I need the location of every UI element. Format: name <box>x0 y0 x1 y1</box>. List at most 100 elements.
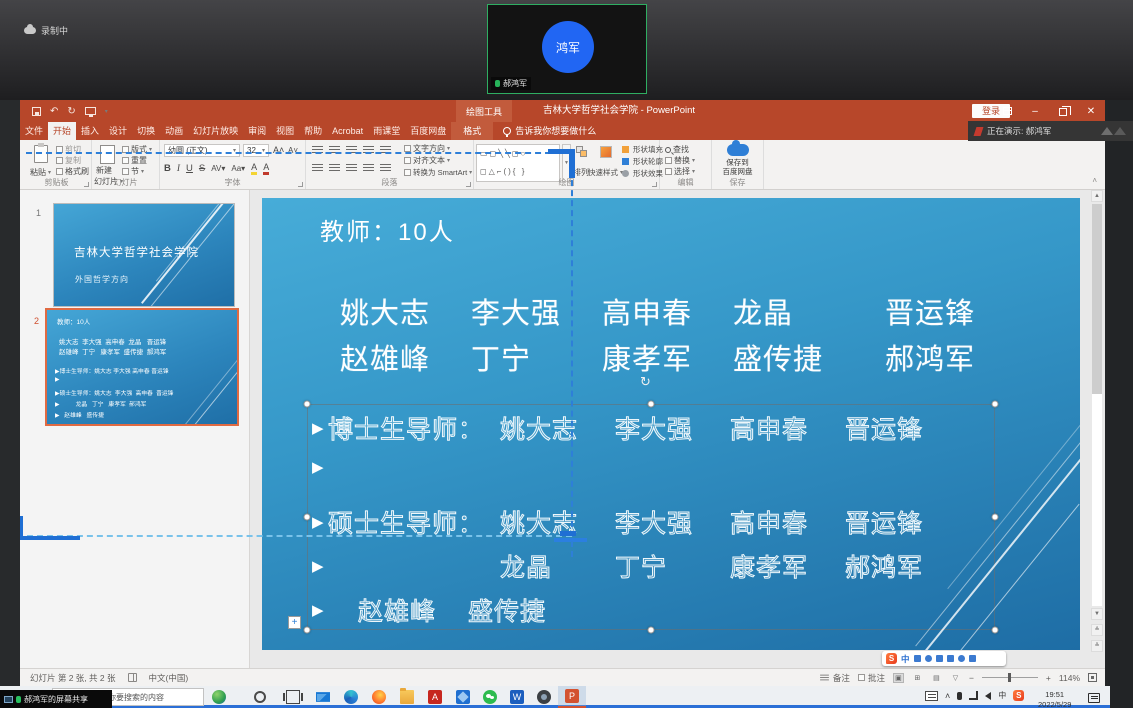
undo-icon[interactable]: ↶ <box>50 106 58 117</box>
scrollbar-track[interactable] <box>1092 394 1102 606</box>
ime-keyboard-icon[interactable] <box>925 691 938 701</box>
ribbon-tab[interactable]: 百度网盘 <box>405 122 451 140</box>
news-weather-icon[interactable] <box>212 690 226 704</box>
scroll-up-icon[interactable]: ▲ <box>1091 190 1103 202</box>
strikethrough-button[interactable]: S <box>199 163 205 174</box>
screenshot-tool-icon[interactable] <box>537 690 551 704</box>
punctuation-icon[interactable] <box>914 655 921 662</box>
columns-icon[interactable] <box>380 163 391 172</box>
network-icon[interactable] <box>969 691 978 700</box>
selection-handle[interactable] <box>648 401 655 408</box>
minimize-button[interactable]: – <box>1021 100 1049 122</box>
align-center-icon[interactable] <box>329 163 340 172</box>
task-view-icon[interactable] <box>286 690 300 704</box>
find-button[interactable]: 查找 <box>665 144 689 155</box>
slideshow-view-button[interactable]: ▽ <box>950 673 961 683</box>
replace-button[interactable]: 替换▾ <box>665 155 695 166</box>
shape-fill-button[interactable]: 形状填充 <box>622 144 663 155</box>
teacher-name[interactable]: 晋运锋 <box>885 290 1016 332</box>
align-right-icon[interactable] <box>346 163 357 172</box>
taskbar-clock[interactable]: 19:51 2022/5/29 <box>1038 690 1071 708</box>
selection-handle[interactable] <box>992 401 999 408</box>
acrobat-icon[interactable]: A <box>428 690 442 704</box>
ribbon-tab[interactable]: 动画 <box>160 122 188 140</box>
doctoral-supervisors-line[interactable]: ▶ 博士生导师：姚大志李大强高申春晋运锋 <box>312 410 960 446</box>
voice-input-icon[interactable] <box>936 655 943 662</box>
edge-browser-icon[interactable] <box>344 690 358 704</box>
drawing-dialog-launcher[interactable] <box>652 182 657 187</box>
emoji-icon[interactable] <box>925 655 932 662</box>
rotation-handle[interactable]: ↻ <box>640 374 651 390</box>
ribbon-tab[interactable]: 开始 <box>48 122 76 140</box>
selection-handle[interactable] <box>992 514 999 521</box>
sogou-logo-icon[interactable]: S <box>886 653 897 664</box>
font-dialog-launcher[interactable] <box>298 182 303 187</box>
reading-view-button[interactable]: ▤ <box>931 673 942 683</box>
slide-canvas[interactable]: 教师：10人 姚大志李大强高申春龙晶晋运锋 赵雄峰丁宁康孝军盛传捷郝鸿军 ↻ ▶… <box>262 198 1080 650</box>
clipboard-dialog-launcher[interactable] <box>84 182 89 187</box>
zoom-slider-thumb[interactable] <box>1008 673 1011 682</box>
paragraph-dialog-launcher[interactable] <box>466 182 471 187</box>
slide-heading[interactable]: 教师：10人 <box>320 212 455 247</box>
proofing-icon[interactable] <box>128 673 137 682</box>
show-hidden-icons[interactable]: ˄ <box>945 691 950 701</box>
change-case-button[interactable]: Aa▾ <box>231 164 245 173</box>
underline-button[interactable]: U <box>186 163 193 174</box>
align-text-button[interactable]: 对齐文本▾ <box>404 155 450 166</box>
skin-icon[interactable] <box>958 655 965 662</box>
restore-button[interactable] <box>1049 100 1077 122</box>
tray-mic-icon[interactable] <box>957 692 962 700</box>
ribbon-tab[interactable]: 视图 <box>271 122 299 140</box>
new-slide-button[interactable]: 新建 <box>96 167 112 176</box>
notes-button[interactable]: 备注 <box>819 672 850 684</box>
highlight-color-button[interactable]: A <box>251 162 257 175</box>
font-size-box[interactable]: 32▾ <box>243 144 269 157</box>
close-button[interactable]: ✕ <box>1077 100 1105 122</box>
slide2-thumbnail[interactable]: 教师：10人姚大志 李大强 高申春 龙晶 晋运锋赵雄峰 丁宁 康孝军 盛传捷 郝… <box>47 310 237 424</box>
section-button[interactable]: 节▾ <box>122 166 144 177</box>
slide-counter[interactable]: 幻灯片 第 2 张, 共 2 张 <box>30 672 116 684</box>
master-supervisors-line3[interactable]: ▶ 赵雄峰盛传捷 <box>312 592 578 628</box>
teacher-name[interactable]: 高申春 <box>602 290 733 332</box>
ribbon-tab[interactable]: Acrobat <box>327 122 368 140</box>
notification-center-icon[interactable] <box>1088 693 1100 703</box>
keyboard-icon[interactable] <box>947 655 954 662</box>
selection-handle[interactable] <box>648 627 655 634</box>
firefox-icon[interactable] <box>372 690 386 704</box>
tell-me-box[interactable]: 告诉我你想要做什么 <box>493 122 606 140</box>
ribbon-tab[interactable]: 帮助 <box>299 122 327 140</box>
font-color-button[interactable]: A <box>263 162 269 175</box>
ribbon-tab[interactable]: 设计 <box>104 122 132 140</box>
slide1-thumbnail[interactable]: 吉林大学哲学社会学院 外国哲学方向 <box>54 204 234 306</box>
selection-handle[interactable] <box>992 627 999 634</box>
format-painter-button[interactable]: 格式刷 <box>56 166 89 177</box>
italic-button[interactable]: I <box>177 164 180 174</box>
language-bar-icon[interactable]: 中 <box>998 690 1006 701</box>
new-slide-icon[interactable] <box>100 145 115 164</box>
tab-format-context[interactable]: 格式 <box>451 122 493 140</box>
teacher-name[interactable]: 龙晶 <box>733 290 864 332</box>
selection-handle[interactable] <box>304 401 311 408</box>
teacher-name[interactable]: 丁宁 <box>471 336 602 378</box>
participant-video-tile[interactable]: 鸿军 郝鸿军 <box>487 4 647 94</box>
selection-handle[interactable] <box>304 627 311 634</box>
ribbon-tab[interactable]: 雨课堂 <box>368 122 405 140</box>
save-icon[interactable] <box>32 107 41 116</box>
start-slideshow-icon[interactable] <box>85 107 96 115</box>
vertical-scrollbar[interactable]: ▲ ▼ ≙ ≚ <box>1091 190 1103 658</box>
teacher-name[interactable]: 康孝军 <box>602 336 733 378</box>
redo-icon[interactable]: ↻ <box>67 106 75 117</box>
font-name-box[interactable]: 幼圆 (正文)▾ <box>164 144 240 157</box>
ribbon-tab[interactable]: 审阅 <box>243 122 271 140</box>
ribbon-tab[interactable]: 切换 <box>132 122 160 140</box>
selection-handle[interactable] <box>304 514 311 521</box>
select-button[interactable]: 选择▾ <box>665 166 695 177</box>
zoom-out-button[interactable]: − <box>969 673 974 683</box>
slide-sorter-view-button[interactable]: ⊞ <box>912 673 923 683</box>
zoom-slider[interactable] <box>982 677 1038 678</box>
wechat-icon[interactable] <box>483 690 497 704</box>
normal-view-button[interactable]: ▣ <box>893 673 904 683</box>
teacher-name[interactable]: 李大强 <box>471 290 602 332</box>
zoom-level[interactable]: 114% <box>1059 673 1080 683</box>
zoom-in-button[interactable]: + <box>1046 673 1051 683</box>
